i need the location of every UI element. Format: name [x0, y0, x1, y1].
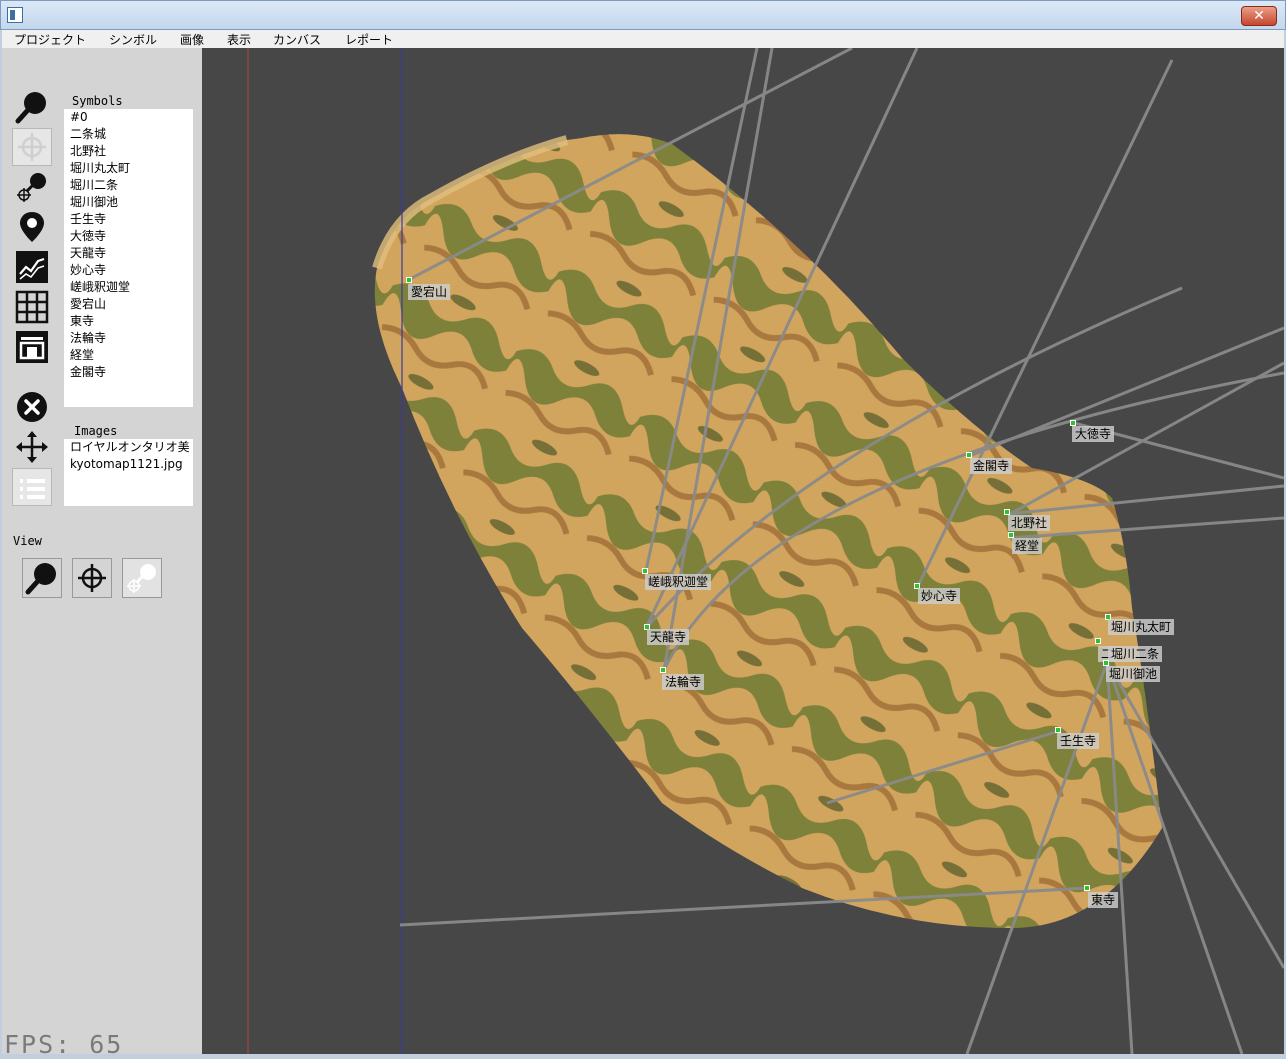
warped-map-texture	[374, 134, 1162, 929]
marker-atago[interactable]	[406, 277, 412, 283]
zoom-crosshair-icon	[127, 564, 156, 593]
crosshair-tool-button[interactable]	[12, 128, 52, 166]
images-list[interactable]: ロイヤルオンタリオ美 kyotomap1121.jpg	[64, 439, 193, 506]
list-tool-button[interactable]	[12, 468, 52, 506]
images-label: Images	[74, 424, 118, 438]
delete-tool-icon	[17, 392, 47, 422]
list-item[interactable]: 二条城	[64, 126, 193, 143]
view-crosshair-button[interactable]	[72, 558, 112, 598]
move-tool-icon	[16, 431, 48, 463]
zoom-tool-icon	[15, 92, 46, 124]
menu-report[interactable]: レポート	[345, 31, 393, 48]
label-horin: 法輪寺	[662, 674, 705, 690]
label-myoshin: 妙心寺	[918, 588, 961, 604]
list-item[interactable]: 堀川二条	[64, 177, 193, 194]
label-kinkaku: 金閣寺	[970, 458, 1013, 474]
menu-project[interactable]: プロジェクト	[14, 31, 86, 48]
line-chart-tool-button[interactable]	[12, 248, 52, 286]
fps-counter: FPS: 65	[4, 1030, 124, 1059]
label-kitano: 北野社	[1008, 515, 1051, 531]
list-tool-icon	[20, 479, 45, 499]
menu-bar: プロジェクト シンボル 画像 表示 カンバス レポート	[2, 30, 1284, 48]
label-daitoku: 大徳寺	[1072, 426, 1115, 442]
list-item[interactable]: 妙心寺	[64, 262, 193, 279]
move-tool-button[interactable]	[12, 428, 52, 466]
label-atago: 愛宕山	[408, 284, 451, 300]
line-chart-tool-icon	[16, 251, 48, 283]
label-marutamachi: 堀川丸太町	[1108, 619, 1175, 635]
list-item[interactable]: 経堂	[64, 347, 193, 364]
list-item[interactable]: 壬生寺	[64, 211, 193, 228]
list-item[interactable]: ロイヤルオンタリオ美	[64, 439, 193, 456]
label-kyodo: 経堂	[1012, 538, 1043, 554]
list-item[interactable]: kyotomap1121.jpg	[64, 456, 193, 473]
label-tenryu: 天龍寺	[647, 629, 690, 645]
title-bar: ✕	[0, 0, 1286, 30]
map-canvas[interactable]: 愛宕山 金閣寺 大徳寺 北野社 経堂 妙心寺 嵯峨釈迦堂 天龍寺 法輪寺 堀川丸…	[202, 48, 1284, 1054]
list-item[interactable]: 東寺	[64, 313, 193, 330]
list-item[interactable]: #0	[64, 109, 193, 126]
zoom-tool-button[interactable]	[12, 88, 52, 126]
marker-toji[interactable]	[1084, 885, 1090, 891]
symbols-list[interactable]: #0 二条城 北野社 堀川丸太町 堀川二条 堀川御池 壬生寺 大徳寺 天龍寺 妙…	[64, 109, 193, 407]
list-item[interactable]: 嵯峨釈迦堂	[64, 279, 193, 296]
close-button[interactable]: ✕	[1241, 6, 1277, 26]
list-item[interactable]: 法輪寺	[64, 330, 193, 347]
map-pin-tool-icon	[20, 212, 44, 242]
symbols-label: Symbols	[72, 94, 123, 108]
grid-tool-button[interactable]	[12, 288, 52, 326]
marker-horin[interactable]	[660, 667, 666, 673]
zoom-icon	[25, 563, 56, 595]
view-zoom-button[interactable]	[22, 558, 62, 598]
view-label: View	[13, 534, 42, 548]
map-scene	[247, 48, 1284, 1054]
delete-tool-button[interactable]	[12, 388, 52, 426]
crosshair-icon	[78, 564, 106, 592]
view-zoom-crosshair-button[interactable]	[122, 558, 162, 598]
label-mibu: 壬生寺	[1057, 733, 1100, 749]
left-panel: Symbols #0 二条城 北野社 堀川丸太町 堀川二条 堀川御池 壬生寺 大…	[2, 48, 203, 1054]
list-item[interactable]: 金閣寺	[64, 364, 193, 381]
map-pin-tool-button[interactable]	[12, 208, 52, 246]
list-item[interactable]: 天龍寺	[64, 245, 193, 262]
list-item[interactable]: 北野社	[64, 143, 193, 160]
label-horikawa-nijo: 堀川二条	[1108, 646, 1163, 662]
label-oike: 堀川御池	[1106, 666, 1161, 682]
label-saga: 嵯峨釈迦堂	[645, 574, 712, 590]
list-item[interactable]: 大徳寺	[64, 228, 193, 245]
app-icon	[7, 7, 23, 23]
list-item[interactable]: 堀川御池	[64, 194, 193, 211]
menu-canvas[interactable]: カンバス	[273, 31, 321, 48]
menu-symbol[interactable]: シンボル	[109, 31, 157, 48]
layout-tool-button[interactable]	[12, 328, 52, 366]
crosshair-tool-icon	[18, 133, 46, 161]
list-item[interactable]: 愛宕山	[64, 296, 193, 313]
zoom-crosshair-tool-button[interactable]	[12, 168, 52, 206]
label-toji: 東寺	[1088, 892, 1119, 908]
list-item[interactable]: 堀川丸太町	[64, 160, 193, 177]
grid-tool-icon	[15, 290, 49, 324]
marker-nijo[interactable]	[1095, 638, 1101, 644]
menu-view[interactable]: 表示	[227, 31, 251, 48]
zoom-crosshair-tool-icon	[17, 173, 46, 202]
layout-tool-icon	[16, 331, 48, 363]
menu-image[interactable]: 画像	[180, 31, 204, 48]
